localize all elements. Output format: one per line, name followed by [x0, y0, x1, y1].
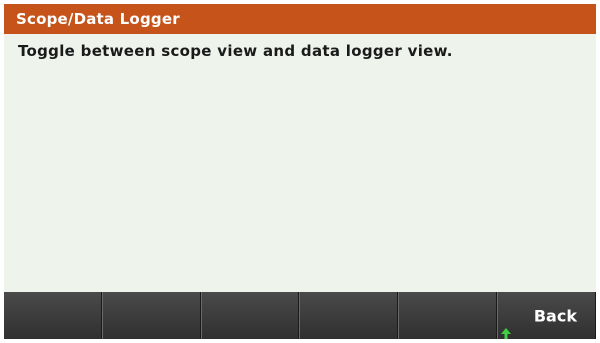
softkey-5[interactable]: [398, 292, 498, 339]
page-title: Scope/Data Logger: [4, 4, 596, 34]
help-text: Toggle between scope view and data logge…: [18, 42, 453, 60]
instrument-screen: Scope/Data Logger Toggle between scope v…: [4, 4, 596, 339]
softkey-4[interactable]: [299, 292, 399, 339]
softkey-bar: Back: [4, 292, 596, 339]
back-button[interactable]: Back: [497, 292, 596, 339]
softkey-1[interactable]: [4, 292, 102, 339]
softkey-2[interactable]: [101, 292, 201, 339]
back-button-label: Back: [533, 306, 577, 325]
up-arrow-icon: [501, 328, 512, 339]
softkey-3[interactable]: [200, 292, 300, 339]
